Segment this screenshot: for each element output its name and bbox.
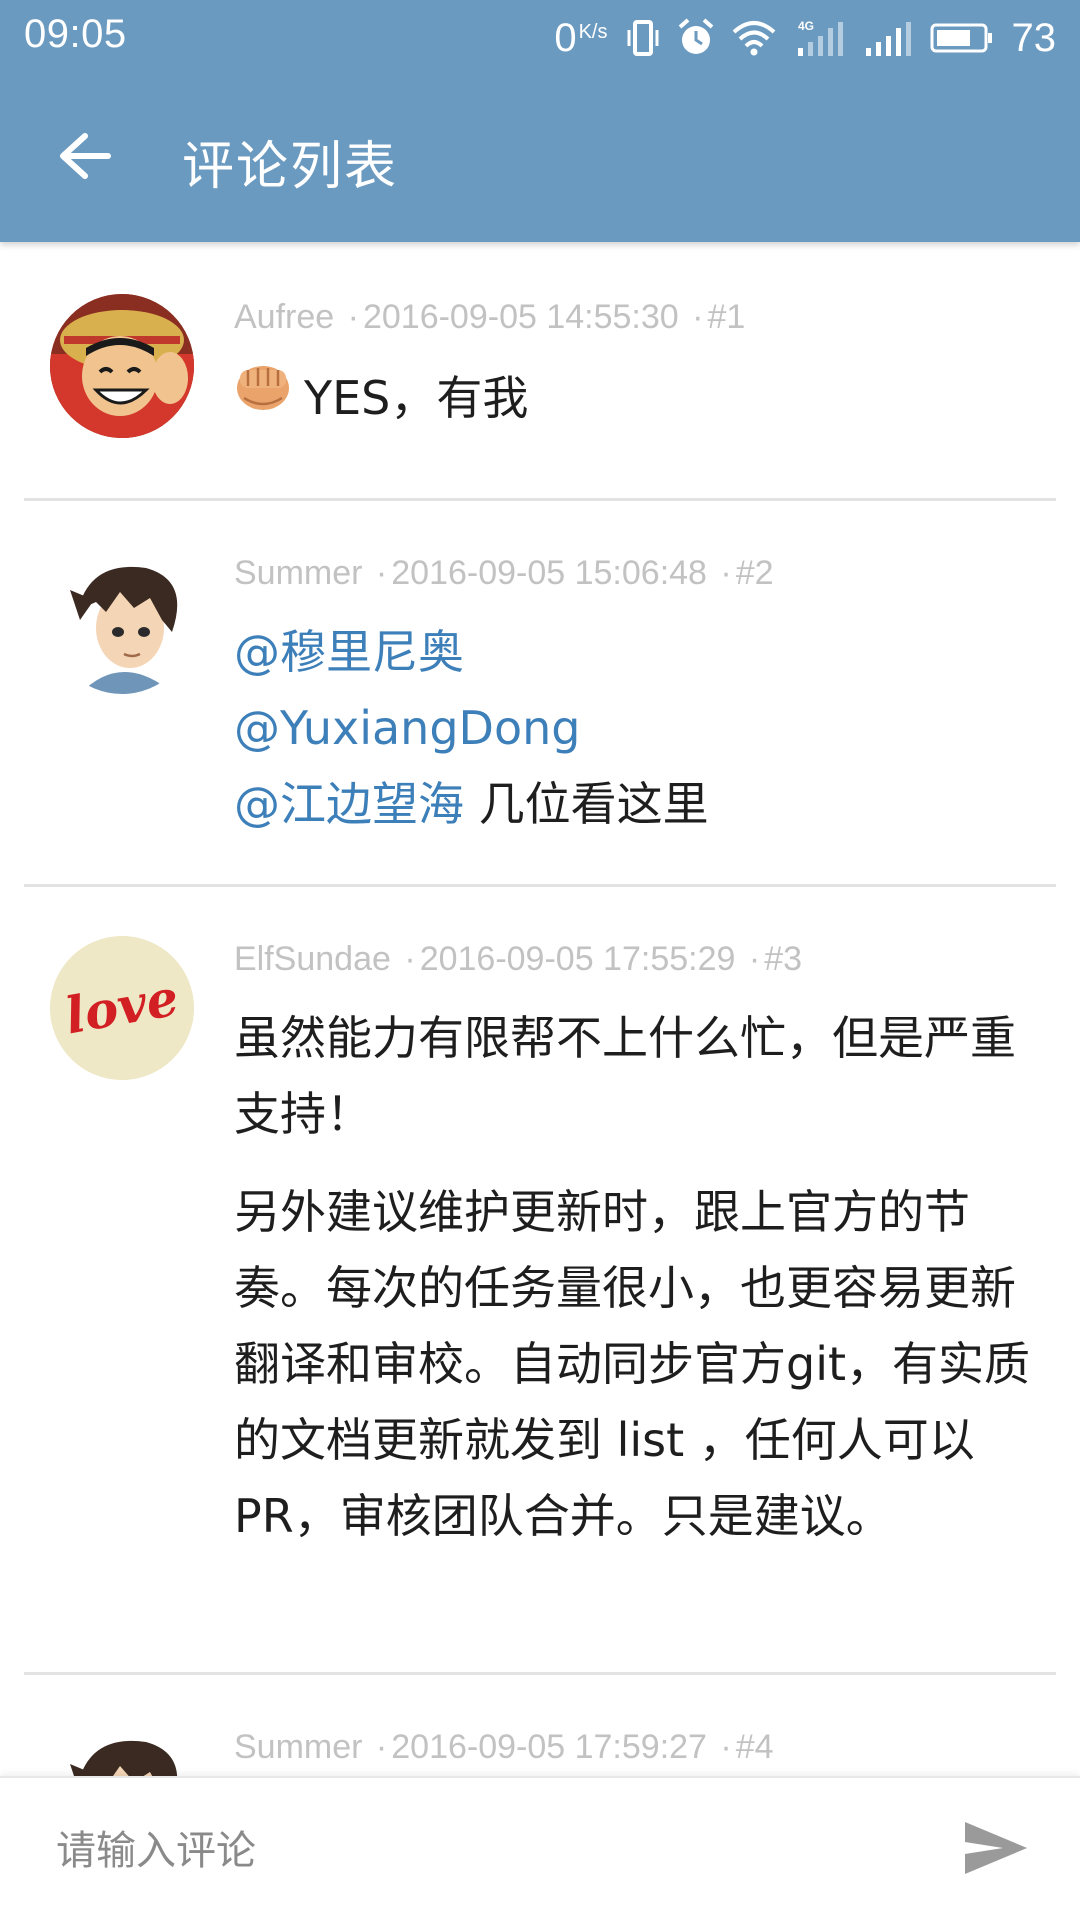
meta-separator: · xyxy=(720,1728,732,1766)
status-icons: 0 K/s 4G 73 xyxy=(554,10,1056,66)
comment-time: 2016-09-05 15:06:48 xyxy=(391,554,707,592)
comment-floor: #3 xyxy=(764,940,803,978)
back-button[interactable] xyxy=(40,118,130,198)
send-icon xyxy=(963,1820,1029,1880)
meta-separator: · xyxy=(692,298,704,336)
network-speed-value: 0 xyxy=(554,15,577,60)
send-button[interactable] xyxy=(956,1814,1036,1886)
comment-floor: #2 xyxy=(735,554,774,592)
comment-author[interactable]: Summer xyxy=(234,1728,362,1766)
comment-author[interactable]: Summer xyxy=(234,554,362,592)
mention-link[interactable]: @江边望海 xyxy=(234,777,464,831)
comment-meta: ElfSundae · 2016-09-05 17:55:29 · #3 xyxy=(234,940,802,979)
comment-text: YES，有我 xyxy=(304,371,529,425)
comment-item: Aufree · 2016-09-05 14:55:30 · #1 YES，有我 xyxy=(24,242,1056,501)
arrow-left-icon xyxy=(59,133,111,183)
comment-floor: #4 xyxy=(735,1728,774,1766)
svg-text:4G: 4G xyxy=(798,19,814,33)
signal-icon xyxy=(862,18,912,58)
comment-item: Summer · 2016-09-05 15:06:48 · #2 @穆里尼奥 @Y… xyxy=(24,498,1056,887)
avatar[interactable] xyxy=(50,1724,194,1776)
avatar[interactable] xyxy=(50,294,194,438)
comment-floor: #1 xyxy=(707,298,746,336)
meta-separator: · xyxy=(404,940,416,978)
comment-item: Summer · 2016-09-05 17:59:27 · #4 xyxy=(24,1672,1056,1776)
comment-time: 2016-09-05 17:55:29 xyxy=(419,940,736,978)
toolbar: 评论列表 xyxy=(0,78,1080,242)
avatar[interactable] xyxy=(50,550,194,694)
comment-meta: Aufree · 2016-09-05 14:55:30 · #1 xyxy=(234,298,745,337)
network-speed-unit: K/s xyxy=(578,21,608,43)
comment-paragraph: 虽然能力有限帮不上什么忙，但是严重支持！ xyxy=(234,1011,1016,1141)
alarm-icon xyxy=(678,18,714,58)
battery-level: 73 xyxy=(1011,15,1057,60)
mention-link[interactable]: @穆里尼奥 xyxy=(234,625,464,679)
comment-time: 2016-09-05 14:55:30 xyxy=(362,298,679,336)
meta-separator: · xyxy=(748,940,761,978)
comment-author[interactable]: ElfSundae xyxy=(234,940,391,978)
fist-icon xyxy=(234,356,292,436)
battery-icon xyxy=(930,22,994,54)
comment-input-bar xyxy=(0,1776,1080,1922)
comment-body: @穆里尼奥 @YuxiangDong @江边望海 几位看这里 xyxy=(234,614,1034,842)
meta-separator: · xyxy=(347,298,359,336)
comment-time: 2016-09-05 17:59:27 xyxy=(391,1728,707,1766)
mention-link[interactable]: @YuxiangDong xyxy=(234,701,580,755)
wifi-icon xyxy=(732,20,776,56)
status-time: 09:05 xyxy=(24,12,127,56)
comment-body: YES，有我 xyxy=(234,360,1034,442)
network-speed: 0 K/s xyxy=(554,16,607,61)
meta-separator: · xyxy=(720,554,732,592)
meta-separator: · xyxy=(375,554,388,592)
status-bar: 09:05 0 K/s 4G 73 xyxy=(0,0,1080,78)
signal-4g-icon: 4G xyxy=(794,18,844,58)
comment-item: love ElfSundae · 2016-09-05 17:55:29 · #3 … xyxy=(24,884,1056,1675)
comment-text: 几位看这里 xyxy=(478,777,709,831)
comment-author[interactable]: Aufree xyxy=(234,298,334,336)
comment-list[interactable]: Aufree ·2016-09-05 14:55:30 ·#1 YES，有我 xyxy=(0,242,1080,1776)
avatar[interactable]: love xyxy=(50,936,194,1080)
vibrate-icon xyxy=(626,18,660,58)
comment-input[interactable] xyxy=(54,1810,918,1892)
comment-body: 虽然能力有限帮不上什么忙，但是严重支持！ 另外建议维护更新时，跟上官方的节奏。每… xyxy=(234,1000,1044,1554)
meta-separator: · xyxy=(375,1728,388,1766)
comment-meta: Summer · 2016-09-05 15:06:48 · #2 xyxy=(234,554,774,593)
comment-paragraph: 另外建议维护更新时，跟上官方的节奏。每次的任务量很小，也更容易更新翻译和审校。自… xyxy=(234,1185,1031,1543)
page-title: 评论列表 xyxy=(182,137,399,197)
comment-meta: Summer · 2016-09-05 17:59:27 · #4 xyxy=(234,1728,774,1767)
app-bar: 09:05 0 K/s 4G 73 评论列表 xyxy=(0,0,1080,242)
